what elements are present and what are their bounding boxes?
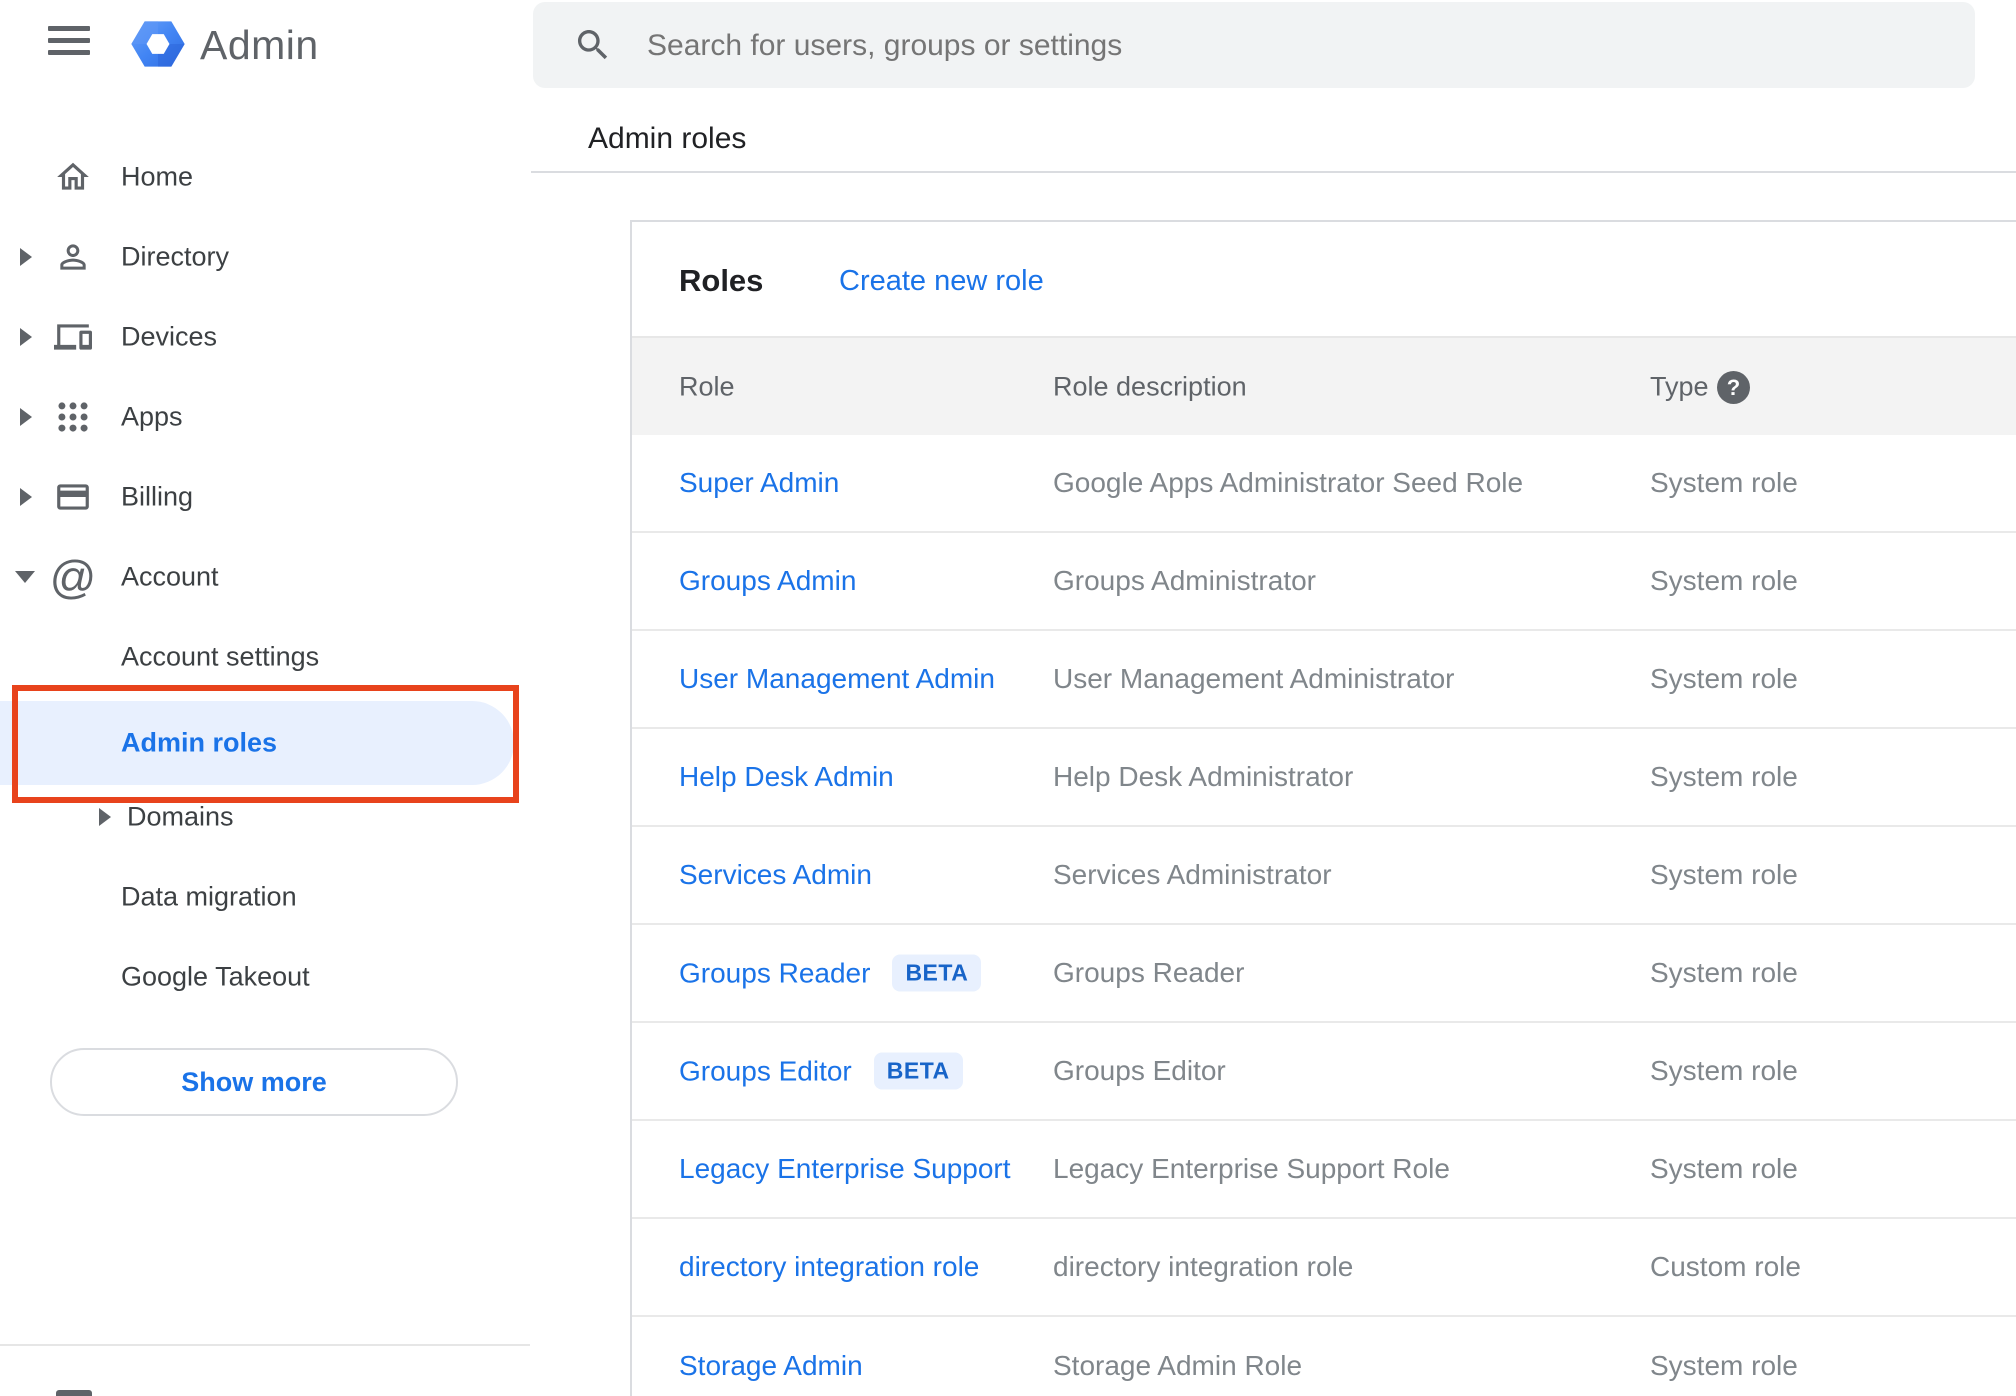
role-type: System role <box>1650 1153 1798 1184</box>
role-link[interactable]: Groups Admin <box>679 565 856 597</box>
sidebar-item-admin-roles[interactable]: Admin roles <box>0 702 530 784</box>
expand-arrow-icon[interactable] <box>20 408 32 426</box>
admin-logo-icon <box>131 21 185 67</box>
role-description: Groups Reader <box>1053 957 1245 988</box>
table-row: Super Admin Google Apps Administrator Se… <box>632 435 2016 533</box>
table-row: Help Desk Admin Help Desk Administrator … <box>632 729 2016 827</box>
sidebar-item-label: Account <box>121 561 219 592</box>
sidebar-item-label: Data migration <box>121 881 297 912</box>
roles-card: Roles Create new role Role Role descript… <box>630 220 2016 1396</box>
search-icon <box>578 30 608 60</box>
role-description: Groups Administrator <box>1053 565 1316 596</box>
sidebar: Admin Home Directory Devices Apps Billin… <box>0 0 530 1396</box>
role-link[interactable]: Services Admin <box>679 859 872 891</box>
table-row: directory integration role directory int… <box>632 1219 2016 1317</box>
sidebar-item-account[interactable]: @ Account <box>0 537 530 617</box>
collapse-arrow-icon[interactable] <box>15 571 35 583</box>
sidebar-item-label: Google Takeout <box>121 961 310 992</box>
role-description: Google Apps Administrator Seed Role <box>1053 467 1524 498</box>
role-description: Storage Admin Role <box>1053 1350 1303 1381</box>
expand-arrow-icon[interactable] <box>20 248 32 266</box>
home-icon <box>54 158 92 196</box>
role-type: System role <box>1650 663 1798 694</box>
beta-badge: BETA <box>892 954 982 992</box>
role-link[interactable]: Groups Reader BETA <box>679 954 982 992</box>
sidebar-item-label: Admin roles <box>121 727 278 758</box>
role-type: System role <box>1650 859 1798 890</box>
role-type: System role <box>1650 761 1798 792</box>
expand-arrow-icon[interactable] <box>20 488 32 506</box>
role-link[interactable]: Help Desk Admin <box>679 761 894 793</box>
role-description: Services Administrator <box>1053 859 1332 890</box>
at-sign-icon: @ <box>49 551 97 603</box>
app-title: Admin <box>200 22 319 68</box>
person-icon <box>54 238 92 276</box>
role-link[interactable]: Super Admin <box>679 467 839 499</box>
table-row: Storage Admin Storage Admin Role System … <box>632 1317 2016 1396</box>
hamburger-menu-icon[interactable] <box>48 26 90 56</box>
breadcrumb: Admin roles <box>588 122 747 155</box>
role-type: System role <box>1650 957 1798 988</box>
sidebar-item-devices[interactable]: Devices <box>0 297 530 377</box>
search-bar[interactable] <box>533 2 1975 90</box>
table-row: Groups Editor BETA Groups Editor System r… <box>632 1023 2016 1121</box>
role-type: System role <box>1650 565 1798 596</box>
role-type: System role <box>1650 1350 1798 1381</box>
expand-arrow-icon[interactable] <box>99 808 111 826</box>
role-description: Legacy Enterprise Support Role <box>1053 1153 1450 1184</box>
sidebar-item-domains[interactable]: Domains <box>0 777 530 857</box>
sidebar-item-label: Domains <box>127 801 234 832</box>
column-header-type: Type <box>1650 371 1709 401</box>
sidebar-item-apps[interactable]: Apps <box>0 377 530 457</box>
role-description: Help Desk Administrator <box>1053 761 1354 792</box>
sidebar-item-label: Home <box>121 161 194 192</box>
sidebar-item-label: Directory <box>121 241 230 272</box>
role-type: System role <box>1650 467 1798 498</box>
sidebar-item-home[interactable]: Home <box>0 137 530 217</box>
beta-badge: BETA <box>873 1052 963 1090</box>
role-description: directory integration role <box>1053 1251 1354 1282</box>
sidebar-item-label: Billing <box>121 481 194 512</box>
column-header-role: Role <box>679 371 735 401</box>
sidebar-item-account-settings[interactable]: Account settings <box>0 617 530 697</box>
role-link[interactable]: Groups Editor BETA <box>679 1052 963 1090</box>
role-link[interactable]: directory integration role <box>679 1251 979 1283</box>
header-divider <box>531 171 2016 173</box>
search-input[interactable] <box>645 2 1929 90</box>
role-link[interactable]: User Management Admin <box>679 663 995 695</box>
help-icon[interactable]: ? <box>1717 371 1750 404</box>
column-header-role-description: Role description <box>1053 371 1247 401</box>
devices-icon <box>54 318 92 356</box>
sidebar-item-label: Apps <box>121 401 183 432</box>
sidebar-item-billing[interactable]: Billing <box>0 457 530 537</box>
sidebar-item-directory[interactable]: Directory <box>0 217 530 297</box>
clipped-bottom-icon <box>56 1390 92 1396</box>
role-type: Custom role <box>1650 1251 1801 1282</box>
credit-card-icon <box>54 478 92 516</box>
card-header: Roles Create new role <box>632 222 2016 336</box>
table-header-row: Role Role description Type ? <box>632 336 2016 435</box>
sidebar-item-label: Devices <box>121 321 218 352</box>
table-row: User Management Admin User Management Ad… <box>632 631 2016 729</box>
expand-arrow-icon[interactable] <box>20 328 32 346</box>
show-more-button[interactable]: Show more <box>50 1048 458 1116</box>
sidebar-bottom-divider <box>0 1344 530 1346</box>
role-link[interactable]: Legacy Enterprise Support <box>679 1153 1011 1185</box>
apps-grid-icon <box>54 398 92 436</box>
role-type: System role <box>1650 1055 1798 1086</box>
sidebar-item-data-migration[interactable]: Data migration <box>0 857 530 937</box>
sidebar-item-label: Account settings <box>121 641 320 672</box>
table-row: Legacy Enterprise Support Legacy Enterpr… <box>632 1121 2016 1219</box>
show-more-label: Show more <box>181 1066 327 1097</box>
section-title: Roles <box>679 263 764 298</box>
role-description: Groups Editor <box>1053 1055 1226 1086</box>
sidebar-item-google-takeout[interactable]: Google Takeout <box>0 937 530 1017</box>
table-row: Groups Reader BETA Groups Reader System r… <box>632 925 2016 1023</box>
table-row: Groups Admin Groups Administrator System… <box>632 533 2016 631</box>
role-description: User Management Administrator <box>1053 663 1455 694</box>
role-link[interactable]: Storage Admin <box>679 1350 863 1382</box>
create-new-role-link[interactable]: Create new role <box>839 265 1044 298</box>
table-row: Services Admin Services Administrator Sy… <box>632 827 2016 925</box>
